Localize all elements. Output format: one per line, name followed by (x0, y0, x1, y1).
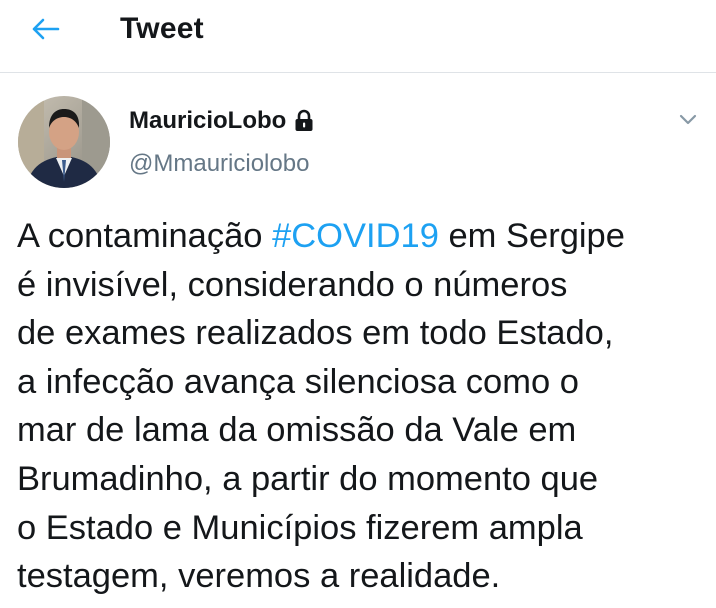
tweet-line: Brumadinho, a partir do momento que (17, 459, 599, 498)
profile-photo-image (18, 96, 110, 188)
tweet-line: o Estado e Municípios fizerem ampla (17, 508, 583, 547)
tweet-line: mar de lama da omissão da Vale em (17, 411, 577, 450)
tweet-line: é invisível, considerando o números (17, 265, 568, 304)
tweet-menu-button[interactable] (676, 109, 700, 131)
display-name[interactable]: MauricioLobo (129, 107, 286, 135)
hashtag-link[interactable]: #COVID19 (272, 217, 439, 255)
chevron-down-icon (679, 114, 697, 125)
tweet-text-segment: em Sergipe (438, 217, 625, 255)
tweet-line: de exames realizados em todo Estado, (17, 314, 614, 353)
tweet-line: A contaminação #COVID19 em Sergipe (17, 212, 707, 261)
back-button[interactable] (22, 12, 68, 46)
tweet-line: testagem, veremos a realidade. (17, 557, 501, 596)
lock-icon (293, 109, 315, 133)
page-title: Tweet (120, 12, 204, 45)
avatar[interactable] (18, 96, 110, 188)
tweet-line: a infecção avança silenciosa como o (17, 362, 579, 401)
top-app-bar: Tweet (0, 0, 716, 73)
user-handle[interactable]: @Mmauriciolobo (129, 149, 309, 179)
tweet-text-segment: A contaminação (17, 217, 273, 255)
arrow-left-icon (32, 18, 60, 40)
author-name-row: MauricioLobo (129, 105, 315, 137)
tweet-text: A contaminação #COVID19 em Sergipe é inv… (17, 212, 707, 601)
